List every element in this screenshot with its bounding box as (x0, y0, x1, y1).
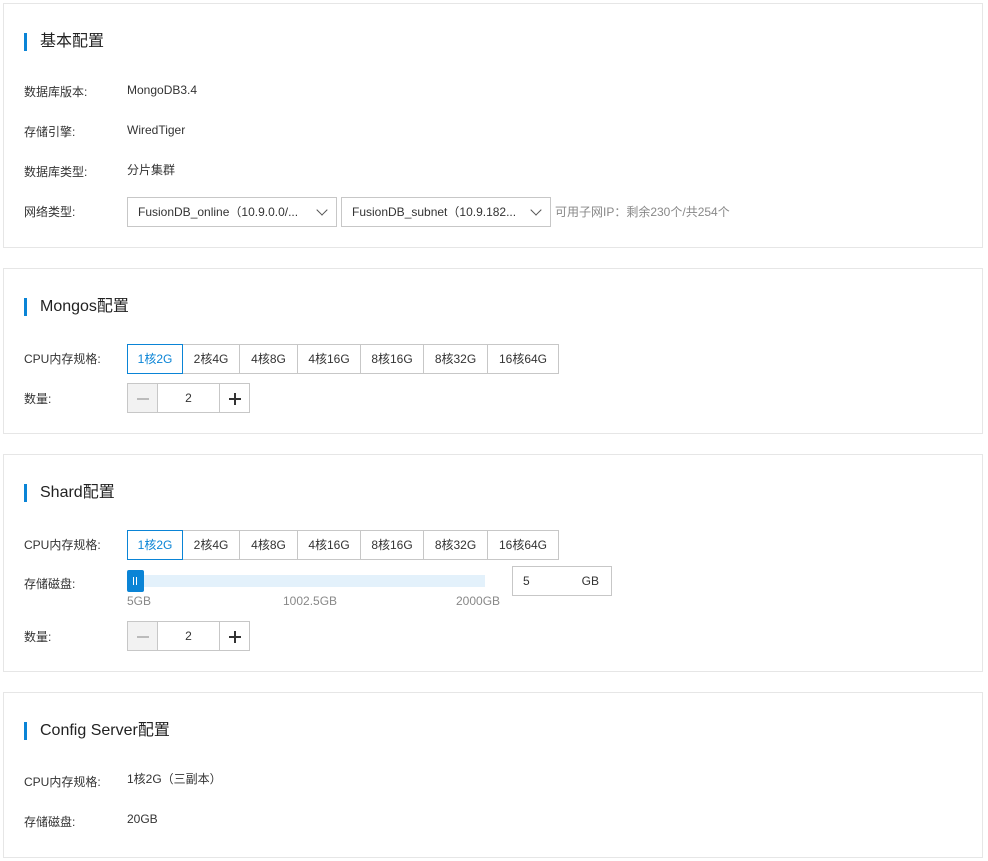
shard-config-card: Shard配置 CPU内存规格: 1核2G 2核4G 4核8G 4核16G 8核… (3, 454, 983, 672)
mongos-config-title: Mongos配置 (24, 298, 129, 316)
available-ip-hint: 可用子网IP：剩余230个/共254个 (555, 205, 730, 219)
config-server-disk-value: 20GB (127, 812, 158, 826)
shard-spec-option[interactable]: 2核4G (182, 530, 240, 560)
shard-disk-input[interactable]: 5 GB (512, 566, 612, 596)
disk-max-tick: 2000GB (456, 594, 501, 608)
config-server-spec-value: 1核2G（三副本） (127, 772, 222, 786)
db-version-value: MongoDB3.4 (127, 83, 198, 97)
vpc-select-value: FusionDB_online（10.9.0.0/... (138, 205, 299, 219)
mongos-count-decrement-button[interactable] (127, 383, 158, 413)
shard-disk-value: 5 (523, 574, 530, 588)
mongos-spec-option[interactable]: 4核16G (297, 344, 361, 374)
config-server-card: Config Server配置 CPU内存规格: 1核2G（三副本） 存储磁盘:… (3, 692, 983, 858)
shard-count-input[interactable]: 2 (158, 621, 219, 651)
mongos-count-stepper: 2 (127, 383, 250, 413)
subnet-select[interactable]: FusionDB_subnet（10.9.182... (341, 197, 551, 227)
shard-spec-option[interactable]: 8核16G (360, 530, 424, 560)
db-type-label: 数据库类型: (24, 165, 88, 179)
disk-mid-tick: 1002.5GB (283, 594, 338, 608)
shard-spec-selector: 1核2G 2核4G 4核8G 4核16G 8核16G 8核32G 16核64G (127, 530, 559, 560)
db-version-label: 数据库版本: (24, 85, 88, 99)
config-server-spec-label: CPU内存规格: (24, 775, 101, 789)
shard-spec-label: CPU内存规格: (24, 538, 101, 552)
shard-count-increment-button[interactable] (219, 621, 250, 651)
subnet-select-value: FusionDB_subnet（10.9.182... (352, 205, 517, 219)
shard-disk-label: 存储磁盘: (24, 577, 76, 591)
engine-value: WiredTiger (127, 123, 186, 137)
shard-spec-option[interactable]: 4核8G (239, 530, 298, 560)
mongos-spec-option[interactable]: 8核16G (360, 344, 424, 374)
shard-spec-option[interactable]: 16核64G (487, 530, 559, 560)
shard-spec-option[interactable]: 1核2G (127, 530, 183, 560)
mongos-spec-option[interactable]: 1核2G (127, 344, 183, 374)
mongos-spec-selector: 1核2G 2核4G 4核8G 4核16G 8核16G 8核32G 16核64G (127, 344, 559, 374)
mongos-spec-option[interactable]: 2核4G (182, 344, 240, 374)
mongos-spec-label: CPU内存规格: (24, 352, 101, 366)
shard-disk-slider[interactable] (127, 570, 485, 592)
mongos-count-increment-button[interactable] (219, 383, 250, 413)
shard-count-decrement-button[interactable] (127, 621, 158, 651)
mongos-count-input[interactable]: 2 (158, 383, 219, 413)
mongos-config-card: Mongos配置 CPU内存规格: 1核2G 2核4G 4核8G 4核16G 8… (3, 268, 983, 434)
shard-disk-slider-handle[interactable] (127, 570, 144, 592)
shard-spec-option[interactable]: 8核32G (423, 530, 488, 560)
shard-disk-unit: GB (581, 574, 599, 588)
shard-count-stepper: 2 (127, 621, 250, 651)
disk-min-tick: 5GB (127, 594, 152, 608)
shard-config-title: Shard配置 (24, 484, 115, 502)
basic-config-title: 基本配置 (24, 33, 104, 51)
shard-spec-option[interactable]: 4核16G (297, 530, 361, 560)
minus-icon (137, 398, 149, 400)
mongos-spec-option[interactable]: 16核64G (487, 344, 559, 374)
engine-label: 存储引擎: (24, 125, 76, 139)
basic-config-card: 基本配置 数据库版本: MongoDB3.4 存储引擎: WiredTiger … (3, 3, 983, 248)
network-type-label: 网络类型: (24, 205, 76, 219)
vpc-select[interactable]: FusionDB_online（10.9.0.0/... (127, 197, 337, 227)
config-server-title: Config Server配置 (24, 722, 170, 740)
mongos-spec-option[interactable]: 8核32G (423, 344, 488, 374)
minus-icon (137, 636, 149, 638)
shard-count-label: 数量: (24, 630, 52, 644)
config-server-disk-label: 存储磁盘: (24, 815, 76, 829)
mongos-spec-option[interactable]: 4核8G (239, 344, 298, 374)
mongos-count-label: 数量: (24, 392, 52, 406)
chevron-down-icon (316, 204, 328, 216)
db-type-value: 分片集群 (127, 163, 176, 177)
chevron-down-icon (530, 204, 542, 216)
